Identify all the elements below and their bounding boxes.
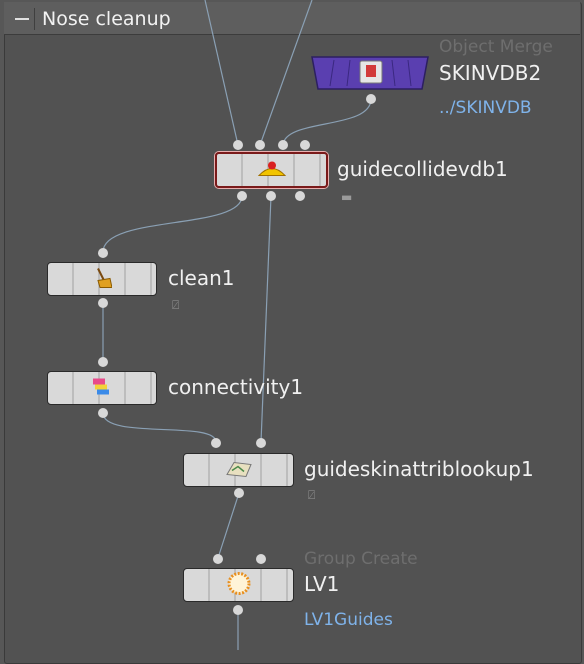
- wire-guidecollidevdb1-clean1: [102, 195, 243, 253]
- node-name: guidecollidevdb1: [337, 157, 508, 181]
- node-name: connectivity1: [168, 375, 304, 399]
- node-name: guideskinattriblookup1: [304, 457, 534, 481]
- input-port[interactable]: [300, 140, 310, 150]
- node-path-link[interactable]: ../SKINVDB: [439, 98, 532, 118]
- input-port[interactable]: [211, 438, 221, 448]
- output-port[interactable]: [233, 605, 243, 615]
- output-port[interactable]: [98, 298, 108, 308]
- lock-icon: ▬: [341, 190, 353, 204]
- wire-skinvdb2-guidecollidevdb1: [282, 98, 372, 146]
- broom-icon: [92, 267, 113, 292]
- output-port[interactable]: [237, 191, 247, 201]
- input-port[interactable]: [213, 554, 223, 564]
- output-port[interactable]: [98, 408, 108, 418]
- collide-icon: [257, 160, 287, 181]
- node-type-label: Group Create: [304, 549, 418, 569]
- input-port[interactable]: [278, 140, 288, 150]
- node-name: SKINVDB2: [439, 61, 542, 85]
- output-port[interactable]: [295, 191, 305, 201]
- node-guideskinattriblookup1[interactable]: [183, 453, 294, 487]
- node-skinvdb2[interactable]: [310, 55, 430, 91]
- node-name: LV1: [304, 572, 340, 596]
- input-port[interactable]: [255, 140, 265, 150]
- node-guidecollidevdb1[interactable]: [215, 152, 328, 188]
- output-port[interactable]: [366, 94, 376, 104]
- wire-offscreen-2: [259, 0, 313, 146]
- input-port[interactable]: [233, 140, 243, 150]
- connectivity-icon: [91, 377, 113, 400]
- bypass-flag-icon: ⍁: [172, 298, 180, 312]
- input-port[interactable]: [98, 357, 108, 367]
- node-group-link[interactable]: LV1Guides: [304, 610, 393, 630]
- wire-connectivity1-lookup: [102, 412, 217, 443]
- output-port[interactable]: [234, 488, 244, 498]
- wire-guidecollidevdb1-lookup: [260, 195, 272, 443]
- bypass-flag-icon: ⍁: [308, 488, 316, 502]
- node-lv1[interactable]: [183, 568, 294, 602]
- group-create-icon: [226, 571, 252, 600]
- node-clean1[interactable]: [47, 262, 157, 296]
- node-connectivity1[interactable]: [47, 371, 157, 405]
- attrib-lookup-icon: [224, 459, 254, 482]
- wire-offscreen-1: [204, 0, 239, 146]
- input-port[interactable]: [256, 554, 266, 564]
- node-name: clean1: [168, 266, 235, 290]
- output-port[interactable]: [266, 191, 276, 201]
- node-type-label: Object Merge: [439, 37, 553, 57]
- wire-lookup-lv1: [217, 492, 240, 559]
- input-port[interactable]: [256, 438, 266, 448]
- input-port[interactable]: [98, 248, 108, 258]
